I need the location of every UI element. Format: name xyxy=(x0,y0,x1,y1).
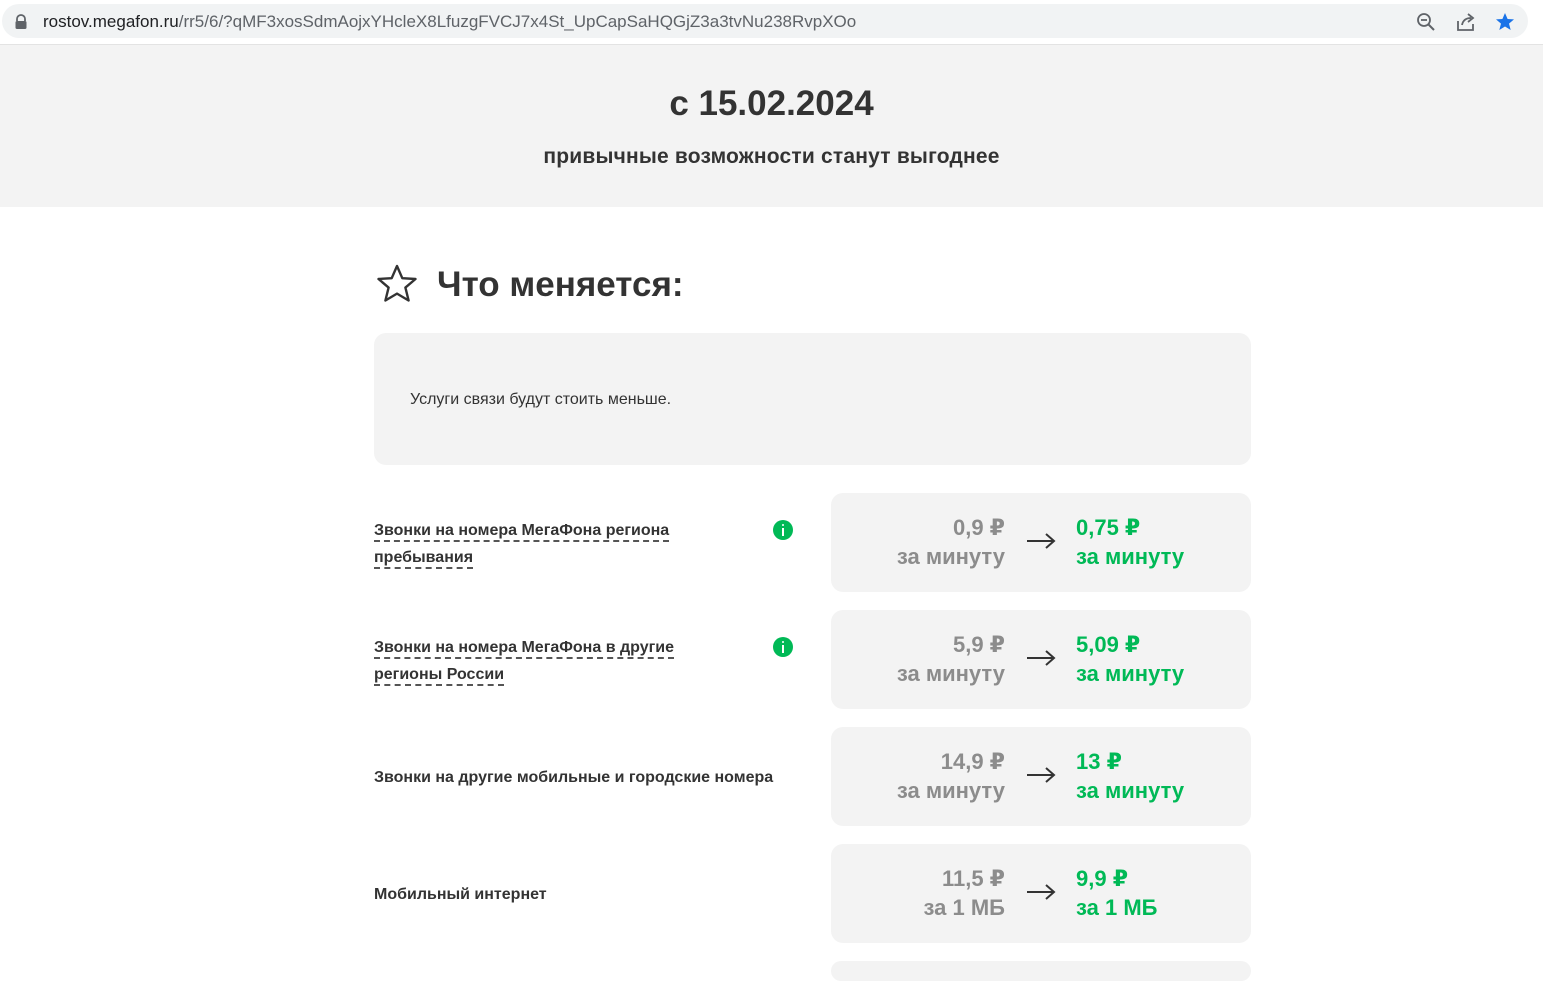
old-unit: за минуту xyxy=(896,778,1005,803)
info-icon[interactable] xyxy=(773,520,793,540)
browser-toolbar: rostov.megafon.ru/rr5/6/?qMF3xosSdmAojxY… xyxy=(0,0,1543,45)
arrow-right-icon xyxy=(1027,767,1056,783)
arrow-right-icon xyxy=(1027,650,1056,666)
new-price-block: 9,9 ₽ за 1 МБ xyxy=(1076,865,1157,923)
new-price-block: 5,09 ₽ за минуту xyxy=(1076,631,1184,689)
old-unit: за минуту xyxy=(896,661,1005,686)
star-icon xyxy=(377,264,417,302)
hero-banner: с 15.02.2024 привычные возможности стану… xyxy=(0,45,1543,207)
old-price: 14,9 ₽ xyxy=(940,749,1005,774)
arrow-right-icon xyxy=(1027,884,1056,900)
new-price: 5,09 ₽ xyxy=(1076,632,1141,657)
old-unit: за 1 МБ xyxy=(923,895,1005,920)
old-price-block: 0,9 ₽ за минуту xyxy=(897,514,1005,572)
hero-title: с 15.02.2024 xyxy=(669,84,874,123)
price-card: 5,9 ₽ за минуту 5,09 ₽ за минуту xyxy=(831,610,1251,709)
price-card: 0,9 ₽ за минуту 0,75 ₽ за минуту xyxy=(831,493,1251,592)
tariff-row: Мобильный интернет 11,5 ₽ за 1 МБ 9,9 ₽ … xyxy=(374,844,1251,943)
zoom-icon[interactable] xyxy=(1416,12,1436,32)
tariff-row: Звонки на номера МегаФона региона пребыв… xyxy=(374,493,1251,592)
address-bar[interactable]: rostov.megafon.ru/rr5/6/?qMF3xosSdmAojxY… xyxy=(2,4,1528,38)
new-unit: за минуту xyxy=(1076,661,1185,686)
old-unit: за минуту xyxy=(896,544,1005,569)
notice-panel: Услуги связи будут стоить меньше. xyxy=(374,333,1251,465)
old-price-block: 11,5 ₽ за 1 МБ xyxy=(924,865,1005,923)
section-title: Что меняется: xyxy=(437,265,684,304)
old-price-block: 5,9 ₽ за минуту xyxy=(897,631,1005,689)
price-card: 14,9 ₽ за минуту 13 ₽ за минуту xyxy=(831,727,1251,826)
new-unit: за минуту xyxy=(1076,778,1185,803)
row-label: Мобильный интернет xyxy=(374,886,547,903)
lock-icon[interactable] xyxy=(14,14,28,30)
new-price-block: 0,75 ₽ за минуту xyxy=(1076,514,1184,572)
price-card: 11,5 ₽ за 1 МБ 9,9 ₽ за 1 МБ xyxy=(831,844,1251,943)
info-icon[interactable] xyxy=(773,637,793,657)
hero-subtitle: привычные возможности станут выгоднее xyxy=(543,145,1000,168)
url-path: /rr5/6/?qMF3xosSdmAojxYHcleX8LfuzgFVCJ7x… xyxy=(178,12,857,31)
row-label: Звонки на номера МегаФона региона пребыв… xyxy=(374,522,670,569)
old-price-block: 14,9 ₽ за минуту xyxy=(897,748,1005,806)
row-label: Звонки на номера МегаФона в другие регио… xyxy=(374,639,674,686)
price-card xyxy=(831,961,1251,981)
row-label: Звонки на другие мобильные и городские н… xyxy=(374,769,774,786)
url-text[interactable]: rostov.megafon.ru/rr5/6/?qMF3xosSdmAojxY… xyxy=(43,12,856,32)
new-price-block: 13 ₽ за минуту xyxy=(1076,748,1184,806)
url-host: rostov.megafon.ru xyxy=(43,12,179,31)
new-unit: за минуту xyxy=(1076,544,1185,569)
new-price: 0,75 ₽ xyxy=(1076,515,1141,540)
share-icon[interactable] xyxy=(1456,12,1476,32)
arrow-right-icon xyxy=(1027,533,1056,549)
notice-text: Услуги связи будут стоить меньше. xyxy=(410,391,672,408)
tariff-row: Звонки на номера МегаФона в другие регио… xyxy=(374,610,1251,709)
old-price: 11,5 ₽ xyxy=(941,866,1005,891)
tariff-row: Звонки на другие мобильные и городские н… xyxy=(374,727,1251,826)
old-price: 0,9 ₽ xyxy=(952,515,1005,540)
row-label-link[interactable]: Звонки на номера МегаФона региона пребыв… xyxy=(374,517,692,571)
new-price: 9,9 ₽ xyxy=(1076,866,1129,891)
new-price: 13 ₽ xyxy=(1076,749,1122,774)
bookmark-star-icon[interactable] xyxy=(1495,12,1515,32)
row-label-link[interactable]: Звонки на номера МегаФона в другие регио… xyxy=(374,634,692,688)
new-unit: за 1 МБ xyxy=(1076,895,1158,920)
old-price: 5,9 ₽ xyxy=(952,632,1005,657)
